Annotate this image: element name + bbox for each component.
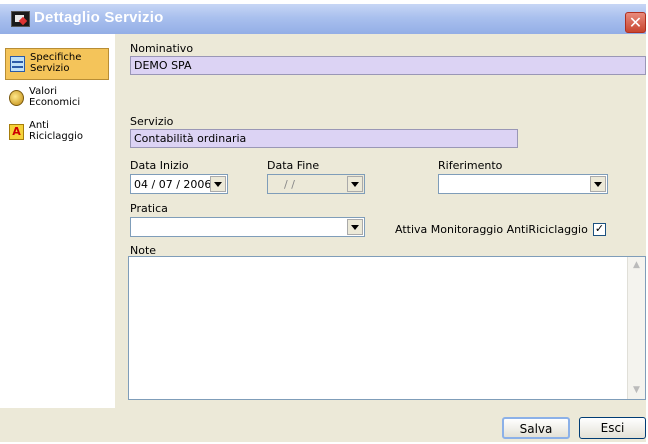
document-list-icon (10, 56, 25, 72)
sidebar-item-anti-riciclaggio[interactable]: A Anti Riciclaggio (5, 117, 109, 149)
pratica-label: Pratica (130, 202, 168, 215)
servizio-field[interactable]: Contabilità ordinaria (130, 129, 518, 148)
sidebar-item-valori-economici[interactable]: Valori Economici (5, 83, 109, 115)
window-title: Dettaglio Servizio (34, 9, 164, 26)
data-fine-picker[interactable]: / / (267, 174, 365, 194)
data-inizio-value: 04 / 07 / 2006 (134, 178, 212, 191)
chevron-down-icon[interactable] (210, 176, 226, 192)
servizio-label: Servizio (130, 115, 174, 128)
title-bar: Dettaglio Servizio ✕ (0, 4, 646, 34)
sidebar: Specifiche Servizio Valori Economici A Ant… (0, 34, 115, 408)
data-inizio-label: Data Inizio (130, 159, 189, 172)
chevron-down-icon[interactable] (347, 176, 363, 192)
data-fine-value: / / (284, 178, 295, 191)
chevron-down-icon[interactable] (347, 219, 363, 235)
save-button[interactable]: Salva (502, 417, 570, 439)
close-button[interactable]: ✕ (625, 12, 646, 33)
nominativo-field[interactable]: DEMO SPA (130, 56, 646, 75)
nominativo-label: Nominativo (130, 42, 194, 55)
monitoraggio-label: Attiva Monitoraggio AntiRiciclaggio (395, 223, 588, 236)
money-bag-icon (9, 90, 24, 106)
sidebar-item-label: Specifiche Servizio (30, 52, 82, 74)
anti-money-laundering-icon: A (9, 124, 24, 140)
note-textarea[interactable]: ▲ ▼ (128, 256, 646, 400)
note-scrollbar[interactable]: ▲ ▼ (627, 257, 645, 399)
sidebar-item-label: Valori Economici (29, 86, 81, 108)
data-inizio-picker[interactable]: 04 / 07 / 2006 (130, 174, 228, 194)
scroll-up-icon[interactable]: ▲ (629, 258, 644, 273)
exit-button[interactable]: Esci (579, 417, 646, 439)
riferimento-label: Riferimento (438, 159, 503, 172)
main-panel: Nominativo DEMO SPA Servizio Contabilità… (115, 34, 646, 408)
scroll-down-icon[interactable]: ▼ (629, 383, 644, 398)
chevron-down-icon[interactable] (590, 176, 606, 192)
data-fine-label: Data Fine (267, 159, 320, 172)
monitoraggio-checkbox[interactable]: ✓ (593, 223, 606, 236)
sidebar-item-label: Anti Riciclaggio (29, 120, 83, 142)
riferimento-select[interactable] (438, 174, 608, 194)
sidebar-item-specifiche-servizio[interactable]: Specifiche Servizio (5, 48, 109, 80)
pratica-select[interactable] (130, 217, 365, 237)
dialog-window: Dettaglio Servizio ✕ Specifiche Servizio … (0, 4, 646, 442)
dialog-footer: Salva Esci (0, 408, 646, 442)
app-icon (11, 11, 30, 27)
